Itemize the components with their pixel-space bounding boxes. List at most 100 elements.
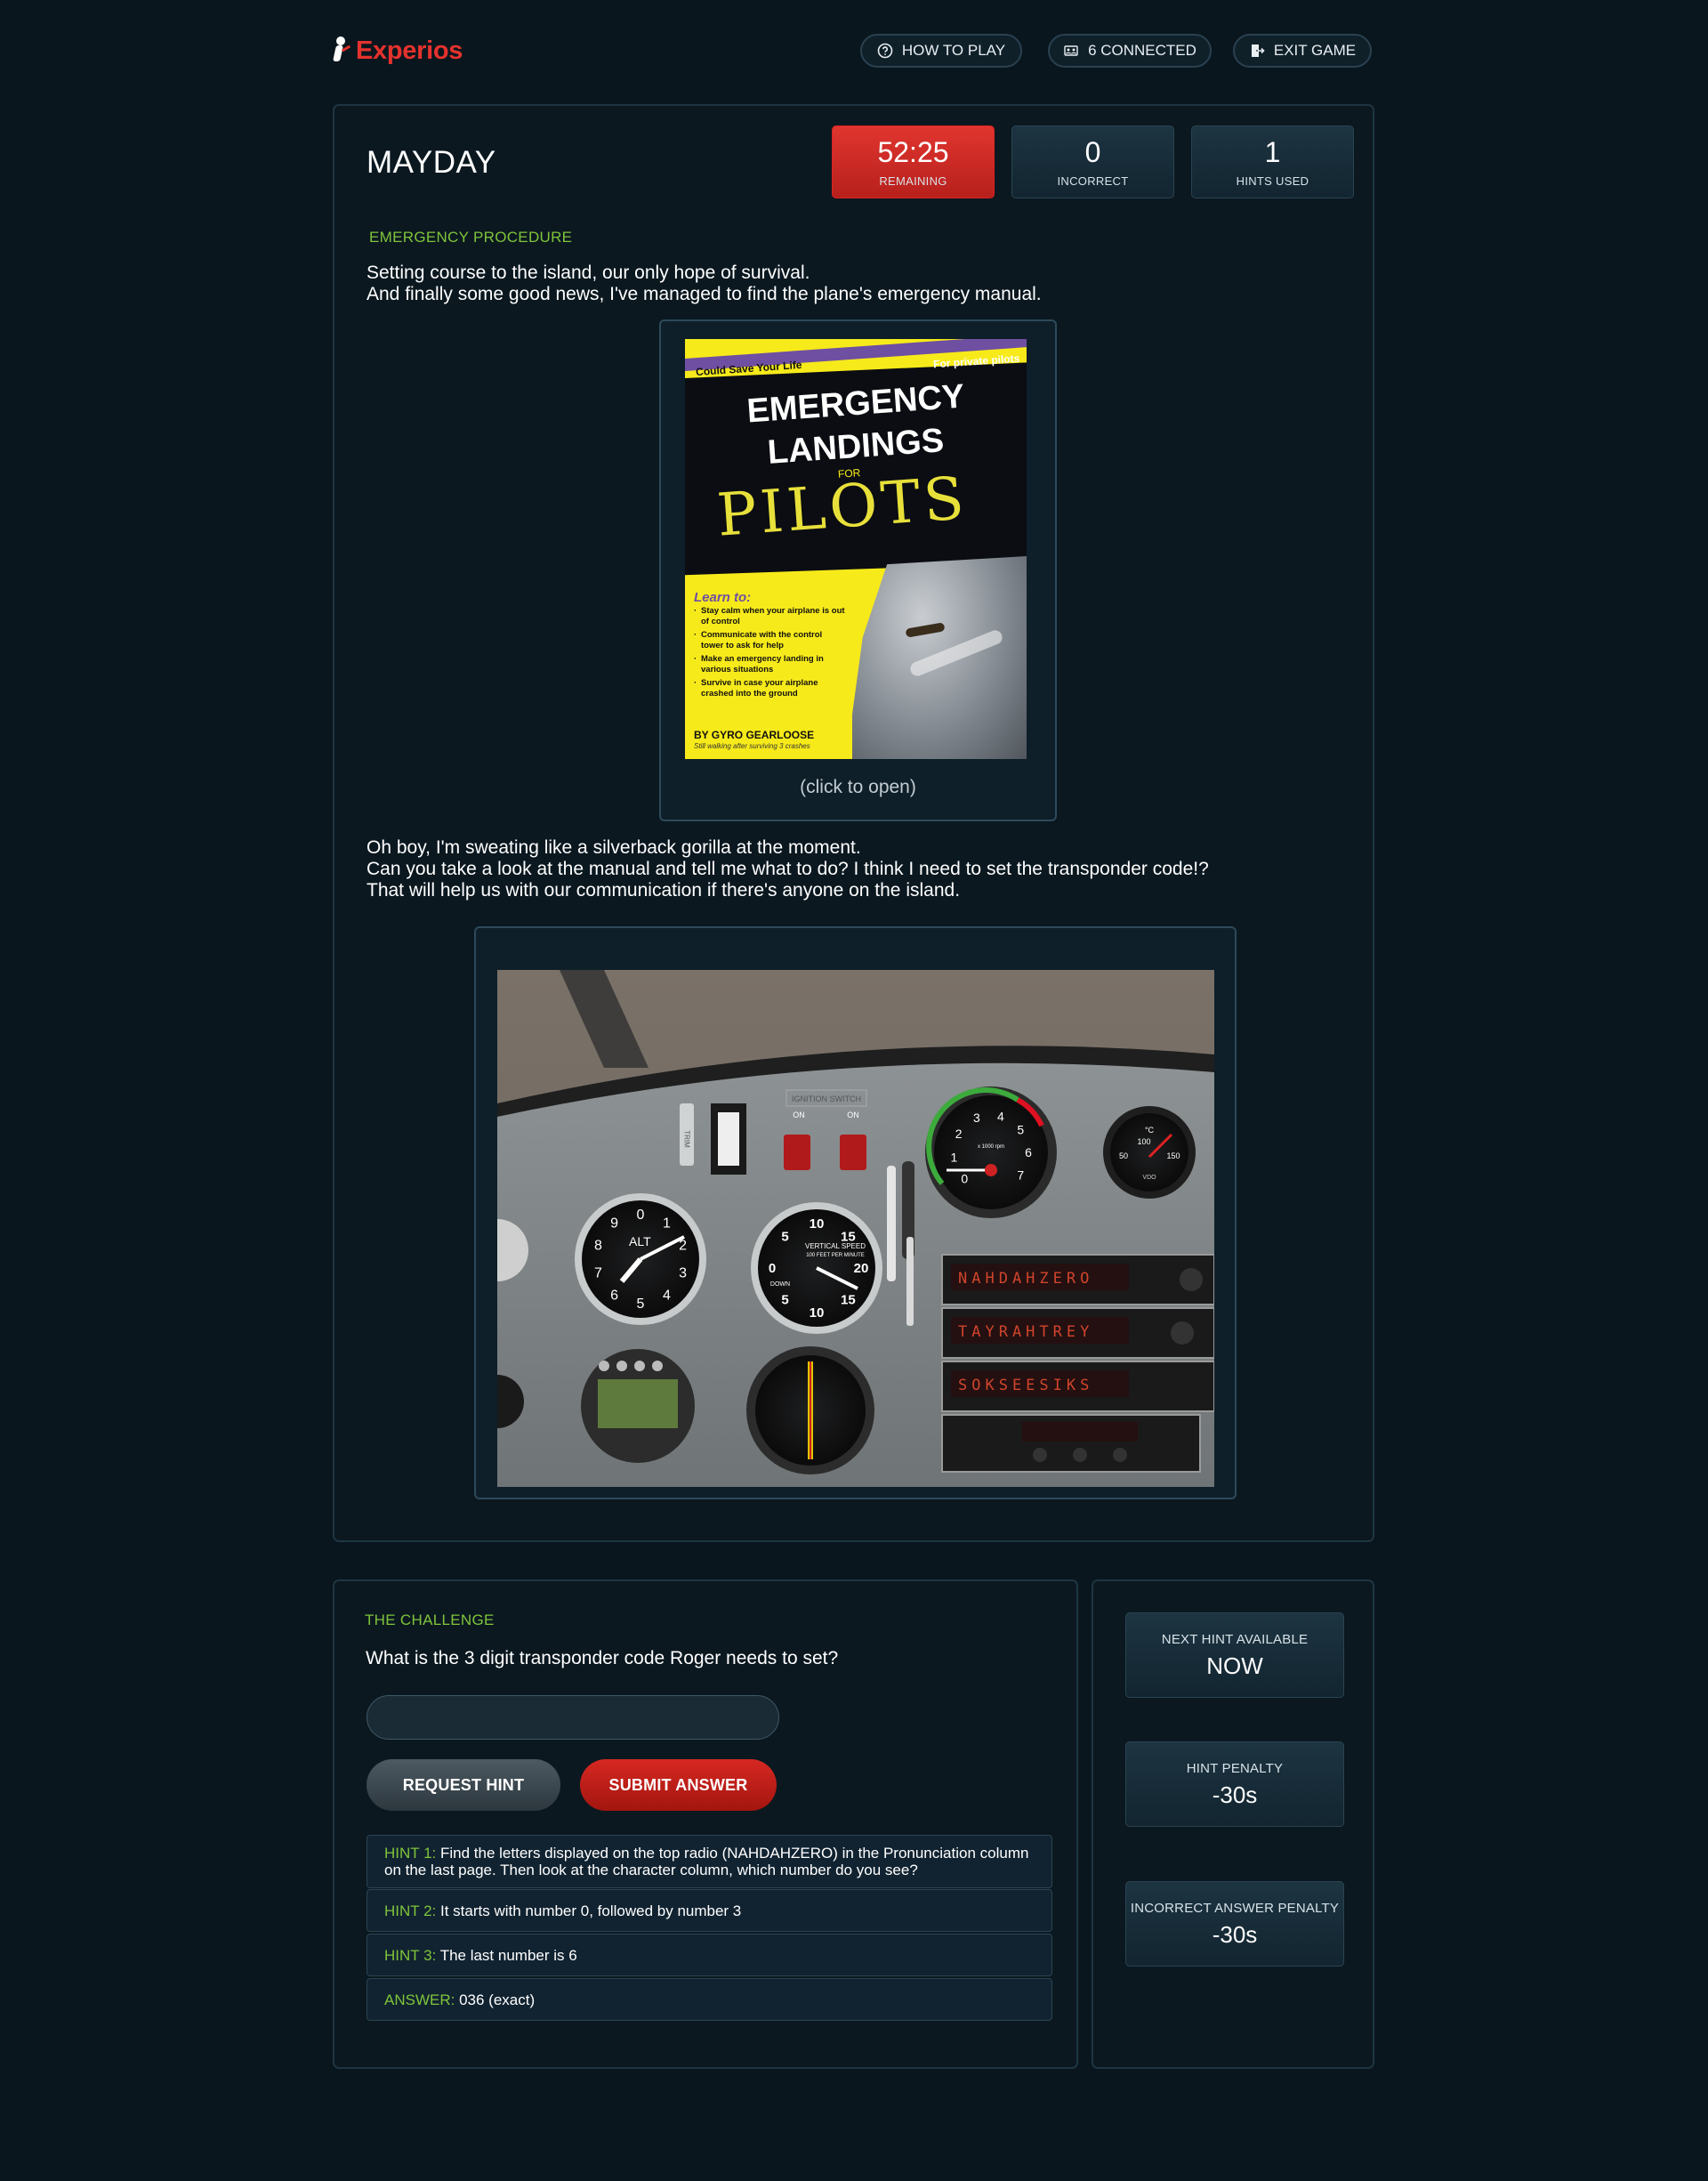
cockpit-image-frame[interactable]: TRIM IGNITION SWITCH ON ON 0123456789 AL… <box>474 926 1237 1499</box>
how-to-play-button[interactable]: HOW TO PLAY <box>860 34 1022 68</box>
vs-label-2: 100 FEET PER MINUTE <box>806 1253 865 1258</box>
challenge-card: THE CHALLENGE What is the 3 digit transp… <box>333 1579 1078 2069</box>
hint-penalty-label: HINT PENALTY <box>1186 1761 1284 1776</box>
radio-2-display: TAYRAHTREY <box>958 1323 1093 1341</box>
incorrect-penalty-box: INCORRECT ANSWER PENALTY -30s <box>1125 1881 1344 1967</box>
alt-numeral: 0 <box>637 1208 645 1223</box>
story-body: Oh boy, I'm sweating like a silverback g… <box>367 837 1209 901</box>
hint-key: HINT 1: <box>384 1845 437 1862</box>
story-card: MAYDAY 52:25 REMAINING 0 INCORRECT 1 HIN… <box>333 104 1374 1542</box>
hint-penalty-box: HINT PENALTY -30s <box>1125 1741 1344 1827</box>
alt-numeral: 9 <box>610 1216 618 1232</box>
request-hint-button[interactable]: REQUEST HINT <box>367 1759 560 1811</box>
vs-numeral: 5 <box>781 1292 788 1307</box>
rpm-numeral: 5 <box>1017 1122 1024 1136</box>
incorrect-stat: 0 INCORRECT <box>1011 125 1174 198</box>
vs-label-1: VERTICAL SPEED <box>805 1242 866 1250</box>
section-heading-emergency: EMERGENCY PROCEDURE <box>369 229 573 246</box>
intro-text: Setting course to the island, our only h… <box>367 263 1042 305</box>
exit-game-button[interactable]: EXIT GAME <box>1233 34 1372 68</box>
next-hint-box: NEXT HINT AVAILABLE NOW <box>1125 1612 1344 1698</box>
alt-label: ALT <box>629 1234 651 1248</box>
users-icon <box>1064 45 1078 56</box>
radio-3-display: SOKSEESIKS <box>958 1377 1093 1394</box>
rpm-label: x 1000 rpm <box>978 1144 1004 1150</box>
hint-3: HINT 3: The last number is 6 <box>367 1934 1052 1976</box>
alt-numeral: 7 <box>594 1266 602 1281</box>
how-to-play-label: HOW TO PLAY <box>901 42 1006 59</box>
vs-numeral: 15 <box>841 1292 856 1307</box>
rpm-numeral: 3 <box>973 1111 980 1125</box>
challenge-question: What is the 3 digit transponder code Rog… <box>366 1648 839 1668</box>
rpm-numeral: 6 <box>1025 1145 1032 1159</box>
alt-numeral: 5 <box>637 1296 645 1312</box>
incorrect-value: 0 <box>1084 136 1101 168</box>
story-line: Can you take a look at the manual and te… <box>367 859 1209 879</box>
hint-key: HINT 3: <box>384 1946 437 1964</box>
hint-2: HINT 2: It starts with number 0, followe… <box>367 1889 1052 1932</box>
alt-numeral: 8 <box>594 1239 602 1254</box>
section-heading-challenge: THE CHALLENGE <box>365 1612 495 1628</box>
game-title: MAYDAY <box>367 145 496 180</box>
book-learn-heading: Learn to: <box>694 590 752 605</box>
click-to-open-label[interactable]: (click to open) <box>661 777 1055 798</box>
answer-text: 036 (exact) <box>459 1991 536 2008</box>
hint-key: HINT 2: <box>384 1902 437 1919</box>
trim-label: TRIM <box>683 1130 691 1148</box>
hint-1: HINT 1: Find the letters displayed on th… <box>367 1835 1052 1888</box>
hint-text: It starts with number 0, followed by num… <box>440 1902 742 1919</box>
radio-1-display: NAHDAHZERO <box>958 1270 1093 1288</box>
intro-line: And finally some good news, I've managed… <box>367 284 1042 304</box>
intro-line: Setting course to the island, our only h… <box>367 263 810 283</box>
rpm-numeral: 0 <box>961 1172 968 1186</box>
hint-penalty-value: -30s <box>1212 1781 1258 1808</box>
book-author: BY GYRO GEARLOOSE <box>694 729 815 741</box>
hints-used-stat: 1 HINTS USED <box>1191 125 1354 198</box>
brand-logo[interactable]: Experios <box>331 32 463 69</box>
alt-numeral: 6 <box>610 1288 618 1304</box>
brand-name: Experios <box>356 36 463 65</box>
story-line: Oh boy, I'm sweating like a silverback g… <box>367 837 861 858</box>
hint-text: The last number is 6 <box>439 1946 577 1964</box>
rpm-numeral: 2 <box>955 1127 963 1141</box>
manual-thumbnail[interactable]: Could Save Your Life For private pilots … <box>659 319 1057 821</box>
story-line: That will help us with our communication… <box>367 880 961 901</box>
rpm-numeral: 1 <box>951 1151 958 1165</box>
question-circle-icon <box>877 43 893 59</box>
submit-answer-button[interactable]: SUBMIT ANSWER <box>580 1759 777 1811</box>
alt-numeral: 4 <box>663 1288 671 1304</box>
book-learn-item: Survive in case your airplane crashed in… <box>694 678 845 699</box>
hints-used-value: 1 <box>1264 136 1281 168</box>
vs-down-label: DOWN <box>770 1281 790 1288</box>
incorrect-penalty-value: -30s <box>1212 1921 1258 1948</box>
ignition-on-1: ON <box>793 1111 805 1119</box>
vs-numeral: 10 <box>810 1216 825 1232</box>
book-author-note: Still walking after surviving 3 crashes <box>694 742 810 750</box>
oil-right: 150 <box>1166 1151 1180 1160</box>
incorrect-label: INCORRECT <box>1057 174 1129 188</box>
explorer-icon <box>331 36 351 65</box>
book-title-3: PILOTS <box>714 464 970 550</box>
book-learn-item: Make an emergency landing in various sit… <box>694 654 845 674</box>
hint-status-card: NEXT HINT AVAILABLE NOW HINT PENALTY -30… <box>1092 1579 1374 2069</box>
vs-numeral: 5 <box>781 1230 788 1245</box>
timer-label: REMAINING <box>879 174 947 188</box>
rpm-numeral: 7 <box>1017 1168 1024 1183</box>
temp-unit: °C <box>1145 1126 1155 1135</box>
oil-left: 50 <box>1119 1151 1128 1160</box>
answer-input[interactable] <box>367 1695 779 1740</box>
vs-numeral: 10 <box>810 1305 825 1321</box>
next-hint-value: NOW <box>1206 1652 1263 1679</box>
exit-game-label: EXIT GAME <box>1273 42 1357 59</box>
manual-cover-image[interactable]: Could Save Your Life For private pilots … <box>685 339 1027 759</box>
timer-value: 52:25 <box>877 136 949 168</box>
book-learn-item: Stay calm when your airplane is out of c… <box>694 606 845 626</box>
answer-key: ANSWER: <box>384 1991 455 2008</box>
hint-text: Find the letters displayed on the top ra… <box>384 1845 1029 1878</box>
rpm-numeral: 4 <box>997 1109 1004 1123</box>
incorrect-penalty-label: INCORRECT ANSWER PENALTY <box>1130 1901 1340 1916</box>
cockpit-panel-image[interactable]: TRIM IGNITION SWITCH ON ON 0123456789 AL… <box>497 970 1214 1487</box>
connected-button[interactable]: 6 CONNECTED <box>1048 34 1212 68</box>
answer-reveal: ANSWER: 036 (exact) <box>367 1978 1052 2021</box>
next-hint-label: NEXT HINT AVAILABLE <box>1161 1632 1309 1647</box>
